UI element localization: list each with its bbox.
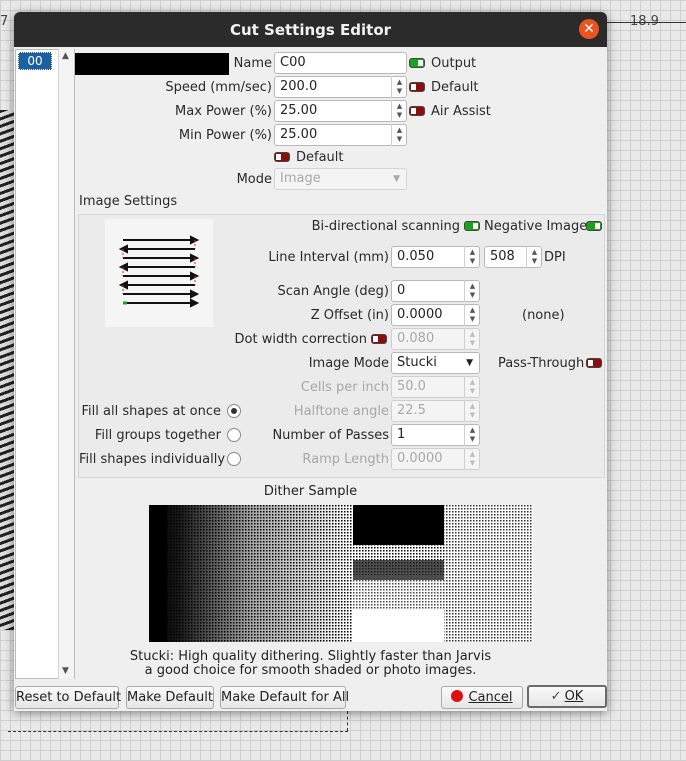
scan-angle-label: Scan Angle (deg) <box>277 284 389 299</box>
mode-label: Mode <box>236 172 272 187</box>
z-offset-stepper-icon[interactable]: ▲ ▼ <box>464 304 480 326</box>
max-power-stepper-icon[interactable]: ▲ ▼ <box>391 100 407 122</box>
dither-description-line2: a good choice for smooth shaded or photo… <box>144 663 477 678</box>
dither-description-line1: Stucki: High quality dithering. Slightly… <box>129 649 492 664</box>
default-toggle[interactable] <box>409 82 425 92</box>
max-power-label: Max Power (%) <box>175 104 272 119</box>
ok-label: OK <box>564 689 584 704</box>
chevron-down-icon: ▼ <box>393 174 400 184</box>
make-default-button[interactable]: Make Default <box>126 686 214 709</box>
image-settings-label: Image Settings <box>79 194 178 209</box>
bidirectional-label: Bi-directional scanning <box>311 219 460 234</box>
line-interval-stepper-icon[interactable]: ▲ ▼ <box>464 246 480 268</box>
fill-individually-label: Fill shapes individually <box>79 452 226 467</box>
fill-groups-label: Fill groups together <box>94 428 221 443</box>
title-bar: Cut Settings Editor ✕ <box>14 12 607 47</box>
speed-stepper-icon[interactable]: ▲ ▼ <box>391 76 407 98</box>
mode-select-value: Image <box>280 171 321 186</box>
bidirectional-toggle[interactable] <box>464 221 480 231</box>
scan-direction-preview <box>105 219 213 327</box>
fill-all-label: Fill all shapes at once <box>81 404 222 419</box>
image-settings-group: Bi-directional scanning Negative Image L… <box>78 214 605 478</box>
speed-label: Speed (mm/sec) <box>165 80 272 95</box>
list-item[interactable]: 00 <box>18 52 52 70</box>
chevron-down-icon: ▼ <box>466 358 473 368</box>
air-assist-label: Air Assist <box>431 104 491 119</box>
cancel-label: Cancel <box>468 690 513 705</box>
default-label: Default <box>431 80 479 95</box>
speed-field[interactable]: 200.0 <box>274 76 407 98</box>
dot-width-toggle[interactable] <box>371 334 387 344</box>
output-label: Output <box>431 56 477 71</box>
reset-default-button[interactable]: Reset to Default <box>15 686 121 709</box>
negative-image-label: Negative Image <box>484 219 588 234</box>
output-toggle[interactable] <box>409 58 425 68</box>
make-default-all-button[interactable]: Make Default for All <box>220 686 349 709</box>
dither-sample-image <box>149 505 533 642</box>
dither-sample-title: Dither Sample <box>263 484 358 499</box>
canvas-line <box>607 22 686 23</box>
passes-label: Number of Passes <box>272 428 389 443</box>
selection-border-bottom <box>8 731 348 732</box>
cut-settings-dialog: Cut Settings Editor ✕ 00 ▲ ▼ Name C00 Ou… <box>14 12 607 711</box>
power-default-label: Default <box>296 150 344 165</box>
cancel-icon <box>451 690 464 702</box>
dot-width-stepper-icon[interactable]: ▲ ▼ <box>464 328 480 350</box>
z-offset-note: (none) <box>522 308 565 323</box>
halftone-angle-label: Halftone angle <box>293 404 389 419</box>
mode-select[interactable]: Image ▼ <box>274 168 407 190</box>
layer-list-scrollbar[interactable]: ▲ ▼ <box>58 49 74 679</box>
air-assist-toggle[interactable] <box>409 106 425 116</box>
z-offset-label: Z Offset (in) <box>310 308 389 323</box>
scan-lines-icon <box>118 235 200 308</box>
line-interval-label: Line Interval (mm) <box>268 250 389 265</box>
cancel-button[interactable]: Cancel <box>441 686 523 709</box>
dpi-label: DPI <box>544 250 566 265</box>
cells-stepper-icon[interactable]: ▲ ▼ <box>464 376 480 398</box>
dpi-stepper-icon[interactable]: ▲ ▼ <box>526 246 542 268</box>
max-power-field[interactable]: 25.00 <box>274 100 407 122</box>
name-label: Name <box>233 56 272 71</box>
ramp-stepper-icon[interactable]: ▲ ▼ <box>464 448 480 470</box>
passes-stepper-icon[interactable]: ▲ ▼ <box>464 424 480 446</box>
image-mode-label: Image Mode <box>308 356 389 371</box>
dot-width-label: Dot width correction <box>234 332 367 347</box>
image-mode-value: Stucki <box>397 355 437 370</box>
background-artwork <box>0 110 15 630</box>
min-power-label: Min Power (%) <box>178 128 272 143</box>
negative-image-toggle[interactable] <box>586 221 602 231</box>
power-default-toggle[interactable] <box>274 152 290 162</box>
scroll-up-icon[interactable]: ▲ <box>62 51 69 61</box>
name-field[interactable]: C00 <box>274 52 407 74</box>
min-power-stepper-icon[interactable]: ▲ ▼ <box>391 124 407 146</box>
close-icon[interactable]: ✕ <box>579 19 599 39</box>
ok-button[interactable]: ✓ OK <box>527 685 607 708</box>
dialog-title: Cut Settings Editor <box>229 21 392 39</box>
selection-border <box>347 711 348 731</box>
layer-color-swatch[interactable] <box>75 53 229 75</box>
min-power-field[interactable]: 25.00 <box>274 124 407 146</box>
pass-through-toggle[interactable] <box>586 358 602 368</box>
pass-through-label: Pass-Through <box>498 356 585 371</box>
check-icon: ✓ <box>550 689 562 704</box>
scan-angle-stepper-icon[interactable]: ▲ ▼ <box>464 280 480 302</box>
image-mode-select[interactable]: Stucki ▼ <box>391 352 480 374</box>
halftone-stepper-icon[interactable]: ▲ ▼ <box>464 400 480 422</box>
ramp-length-label: Ramp Length <box>302 452 389 467</box>
ruler-label-left: 7 <box>0 14 9 29</box>
cells-per-inch-label: Cells per inch <box>300 380 389 395</box>
